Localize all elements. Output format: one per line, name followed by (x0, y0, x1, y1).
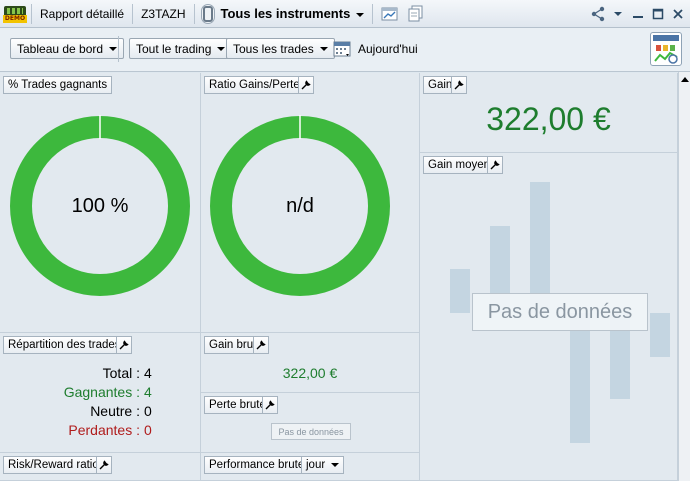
link-icon[interactable] (200, 3, 215, 24)
calendar-icon[interactable] (333, 39, 353, 59)
panel-title: Risk/Reward ratio (3, 456, 104, 474)
chevron-down-icon (319, 46, 328, 51)
trade-row-winning: Gagnantes :4 (63, 384, 152, 400)
risk-reward-panel: Risk/Reward ratio (0, 453, 201, 481)
gain-loss-ratio-panel: Ratio Gains/Pertes n/d (201, 73, 420, 333)
scroll-up-icon[interactable] (679, 72, 690, 86)
date-range-label[interactable]: Aujourd'hui (358, 42, 418, 56)
close-icon[interactable] (670, 6, 686, 22)
wrench-icon[interactable] (262, 396, 278, 414)
title-bar: DEMO Rapport détaillé Z3TAZH Tous les in… (0, 0, 690, 28)
minimize-icon[interactable] (630, 6, 646, 22)
panel-title: Répartition des trades (3, 336, 126, 354)
win-rate-value: 100 % (71, 194, 129, 217)
instruments-dropdown[interactable]: Tous les instruments (217, 6, 369, 21)
chevron-down-icon (331, 463, 340, 467)
panel-title: % Trades gagnants (3, 76, 113, 94)
maximize-icon[interactable] (650, 6, 666, 22)
chevron-down-icon (217, 46, 226, 51)
trade-row-losing: Perdantes :0 (68, 422, 152, 438)
gross-performance-panel: Performance brute jour (201, 453, 420, 481)
trading-filter-dropdown[interactable]: Tout le trading (129, 38, 233, 59)
wrench-icon[interactable] (253, 336, 269, 354)
gain-value: 322,00 € (486, 101, 611, 137)
wrench-icon[interactable] (298, 76, 314, 94)
win-rate-panel: % Trades gagnants 100 % (0, 73, 201, 333)
trades-filter-dropdown[interactable]: Tous les trades (226, 38, 335, 59)
chevron-down-icon (356, 12, 365, 17)
chart-window-icon[interactable] (381, 5, 399, 23)
toolbar: Tableau de bord Tout le trading Tous les… (0, 28, 690, 72)
copy-icon[interactable] (407, 5, 425, 23)
panel-title: Ratio Gains/Pertes (204, 76, 311, 94)
dashboard-dropdown[interactable]: Tableau de bord (10, 38, 125, 59)
no-data-message: Pas de données (472, 293, 648, 331)
demo-logo-icon: DEMO (3, 4, 27, 24)
gross-loss-panel: Perte brute Pas de données (201, 393, 420, 453)
no-data-message: Pas de données (271, 423, 351, 440)
panel-title: Perte brute (204, 396, 271, 414)
panel-title: Performance brute (204, 456, 310, 474)
share-icon[interactable] (590, 6, 606, 22)
period-dropdown[interactable]: jour (301, 456, 345, 474)
demo-label: DEMO (3, 14, 27, 23)
wrench-icon[interactable] (116, 336, 132, 354)
account-id[interactable]: Z3TAZH (137, 7, 189, 21)
ratio-value: n/d (286, 194, 314, 217)
win-rate-donut: 100 % (9, 115, 191, 297)
gross-gain-value: 322,00 € (282, 365, 338, 381)
vertical-scrollbar[interactable] (678, 72, 690, 481)
chevron-down-icon (109, 46, 118, 51)
gross-gain-panel: Gain brut 322,00 € (201, 333, 420, 393)
trade-row-neutral: Neutre :0 (90, 403, 152, 419)
average-gain-panel: Gain moyen Pas de données (420, 153, 678, 481)
report-title: Rapport détaillé (40, 6, 125, 21)
wrench-icon[interactable] (451, 76, 467, 94)
ratio-donut: n/d (209, 115, 391, 297)
trade-distribution-panel: Répartition des trades Total :4 Gagnante… (0, 333, 201, 453)
chevron-down-icon[interactable] (610, 6, 626, 22)
gain-panel: Gain 322,00 € (420, 73, 678, 153)
wrench-icon[interactable] (96, 456, 112, 474)
dashboard-chart-icon[interactable] (650, 32, 682, 66)
trade-row-total: Total :4 (102, 365, 152, 381)
